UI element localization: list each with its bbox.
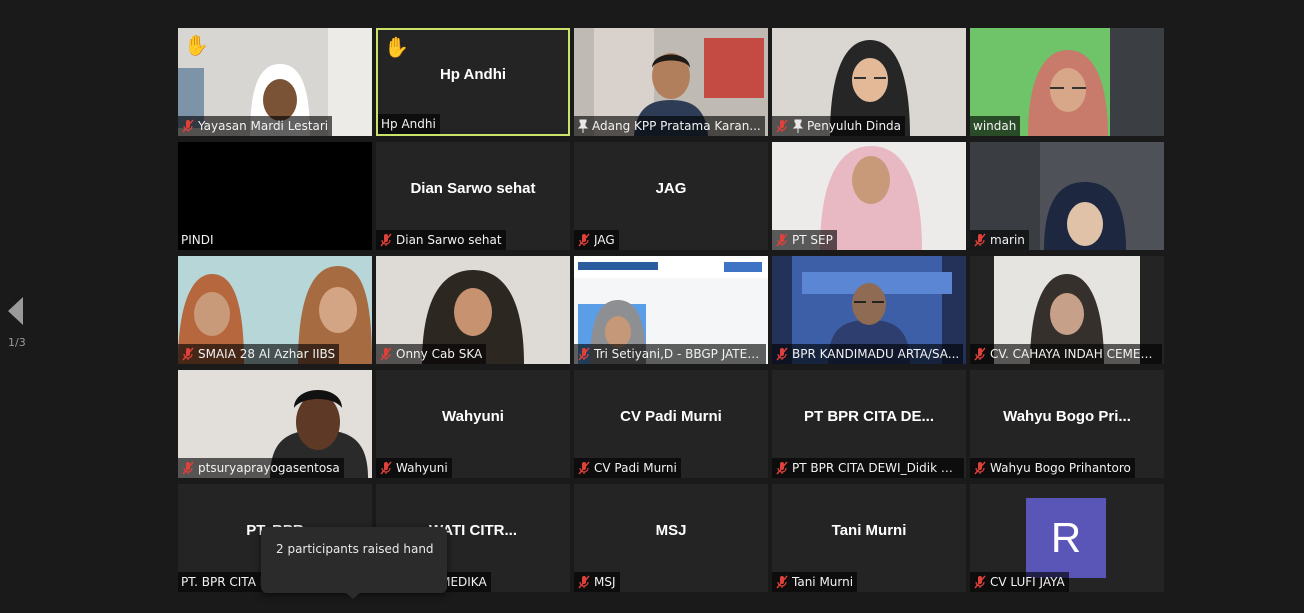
muted-mic-icon xyxy=(776,233,788,247)
page-indicator: 1/3 xyxy=(8,336,26,349)
participant-tile[interactable]: ✋ Yayasan Mardi Lestari xyxy=(178,28,372,136)
participant-tile[interactable]: JAG JAG xyxy=(574,142,768,250)
participant-tile[interactable]: CV. CAHAYA INDAH CEMER... xyxy=(970,256,1164,364)
participant-name-label: Onny Cab SKA xyxy=(376,344,487,364)
muted-mic-icon xyxy=(974,575,986,589)
participant-display-name: Tani Murni xyxy=(831,521,907,539)
participant-name-label: Yayasan Mardi Lestari xyxy=(178,116,333,136)
participant-display-name: Wahyuni xyxy=(442,407,504,425)
participant-name-label: SMAIA 28 Al Azhar IIBS xyxy=(178,344,340,364)
participant-tile[interactable]: MSJ MSJ xyxy=(574,484,768,592)
participant-tile[interactable]: Wahyuni Wahyuni xyxy=(376,370,570,478)
pin-icon xyxy=(792,119,804,133)
participant-name-label: JAG xyxy=(574,230,619,250)
participant-tile[interactable]: Tri Setiyani,D - BBGP JATENG xyxy=(574,256,768,364)
muted-mic-icon xyxy=(776,461,788,475)
participant-name-label: Wahyuni xyxy=(376,458,452,478)
muted-mic-icon xyxy=(182,347,194,361)
participant-tile[interactable]: Onny Cab SKA xyxy=(376,256,570,364)
participant-name-label: PT SEP xyxy=(772,230,837,250)
participant-tile[interactable]: BPR KANDIMADU ARTA/SA... xyxy=(772,256,966,364)
participant-tile[interactable]: ptsuryaprayogasentosa xyxy=(178,370,372,478)
participant-name-label: Dian Sarwo sehat xyxy=(376,230,506,250)
participant-tile[interactable]: windah xyxy=(970,28,1164,136)
notification-caret xyxy=(345,592,361,599)
muted-mic-icon xyxy=(776,347,788,361)
participant-tile-active-speaker[interactable]: ✋ Hp Andhi Hp Andhi xyxy=(376,28,570,136)
participant-name-label: Hp Andhi xyxy=(378,114,440,134)
participant-tile[interactable]: Penyuluh Dinda xyxy=(772,28,966,136)
participant-name-label: CV Padi Murni xyxy=(574,458,681,478)
participant-display-name: PT BPR CITA DE... xyxy=(803,407,934,425)
muted-mic-icon xyxy=(578,233,590,247)
participant-gallery: ✋ Yayasan Mardi Lestari ✋ Hp Andhi Hp An… xyxy=(178,28,1164,592)
participant-tile[interactable]: CV Padi Murni CV Padi Murni xyxy=(574,370,768,478)
participant-name-label: Tri Setiyani,D - BBGP JATENG xyxy=(574,344,766,364)
muted-mic-icon xyxy=(974,461,986,475)
participant-name-label: Penyuluh Dinda xyxy=(772,116,906,136)
participant-name-label: windah xyxy=(970,116,1021,136)
muted-mic-icon xyxy=(380,347,392,361)
participant-name-label: BPR KANDIMADU ARTA/SA... xyxy=(772,344,964,364)
participant-name-label: marin xyxy=(970,230,1029,250)
participant-tile[interactable]: Wahyu Bogo Pri... Wahyu Bogo Prihantoro xyxy=(970,370,1164,478)
muted-mic-icon xyxy=(776,575,788,589)
participant-display-name: Dian Sarwo sehat xyxy=(410,179,536,197)
muted-mic-icon xyxy=(578,347,590,361)
participant-name-label: CV. CAHAYA INDAH CEMER... xyxy=(970,344,1162,364)
participant-display-name: JAG xyxy=(655,179,687,197)
participant-name-label: PT BPR CITA DEWI_Didik Ha... xyxy=(772,458,964,478)
notification-text: 2 participants raised hand xyxy=(276,542,434,556)
participant-name-label: PINDI xyxy=(178,230,218,250)
raised-hand-notification: 2 participants raised hand xyxy=(261,527,447,593)
participant-tile[interactable]: PT BPR CITA DE... PT BPR CITA DEWI_Didik… xyxy=(772,370,966,478)
muted-mic-icon xyxy=(380,461,392,475)
previous-page-arrow-icon[interactable] xyxy=(6,296,26,326)
participant-name-label: Tani Murni xyxy=(772,572,858,592)
participant-tile[interactable]: marin xyxy=(970,142,1164,250)
muted-mic-icon xyxy=(776,119,788,133)
participant-tile[interactable]: R CV LUFI JAYA xyxy=(970,484,1164,592)
participant-display-name: CV Padi Murni xyxy=(620,407,722,425)
participant-name-label: CV LUFI JAYA xyxy=(970,572,1069,592)
raised-hand-icon: ✋ xyxy=(184,33,209,57)
muted-mic-icon xyxy=(578,461,590,475)
participant-tile[interactable]: Dian Sarwo sehat Dian Sarwo sehat xyxy=(376,142,570,250)
muted-mic-icon xyxy=(974,347,986,361)
participant-display-name: Wahyu Bogo Pri... xyxy=(1003,407,1131,425)
muted-mic-icon xyxy=(578,575,590,589)
participant-name-label: ptsuryaprayogasentosa xyxy=(178,458,344,478)
muted-mic-icon xyxy=(974,233,986,247)
participant-name-label: PT. BPR CITA I xyxy=(178,572,268,592)
pin-icon xyxy=(577,119,589,133)
participant-name-label: Wahyu Bogo Prihantoro xyxy=(970,458,1135,478)
participant-tile[interactable]: Adang KPP Pratama Karan... xyxy=(574,28,768,136)
muted-mic-icon xyxy=(182,119,194,133)
participant-name-label: MSJ xyxy=(574,572,620,592)
participant-tile[interactable]: Tani Murni Tani Murni xyxy=(772,484,966,592)
participant-name-label: Adang KPP Pratama Karan... xyxy=(574,116,765,136)
avatar: R xyxy=(1026,498,1106,578)
participant-tile[interactable]: SMAIA 28 Al Azhar IIBS xyxy=(178,256,372,364)
muted-mic-icon xyxy=(380,233,392,247)
participant-display-name: Hp Andhi xyxy=(439,65,507,83)
participant-display-name: MSJ xyxy=(655,521,687,539)
muted-mic-icon xyxy=(182,461,194,475)
participant-tile[interactable]: PINDI xyxy=(178,142,372,250)
participant-tile[interactable]: PT SEP xyxy=(772,142,966,250)
